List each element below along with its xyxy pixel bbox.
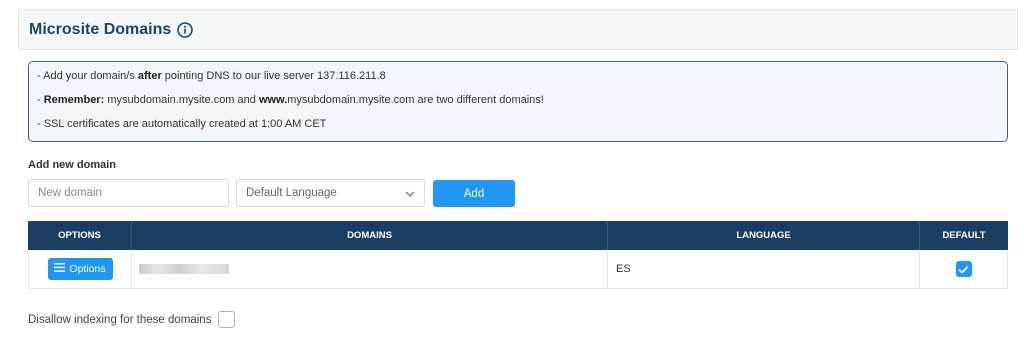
page-title: Microsite Domains (29, 20, 172, 38)
chevron-down-icon (405, 189, 415, 197)
section-header: Microsite Domains (18, 9, 1018, 50)
language-select[interactable]: Default Language (236, 179, 425, 207)
disallow-indexing-label: Disallow indexing for these domains (28, 313, 212, 326)
disallow-indexing-checkbox[interactable] (218, 311, 236, 328)
table-header-row: OPTIONS DOMAINS LANGUAGE DEFAULT (28, 221, 1008, 250)
header-options: OPTIONS (28, 221, 132, 250)
notice-line-dns: - Add your domain/s after pointing DNS t… (37, 70, 386, 82)
options-button[interactable]: Options (47, 258, 113, 280)
add-domain-label: Add new domain (28, 159, 116, 171)
domains-table: OPTIONS DOMAINS LANGUAGE DEFAULT Options… (28, 221, 1008, 289)
new-domain-input[interactable]: New domain (28, 179, 229, 207)
default-cell (920, 250, 1007, 288)
options-button-label: Options (69, 263, 106, 275)
disallow-indexing-row: Disallow indexing for these domains (28, 311, 236, 328)
notice-line-ssl: - SSL certificates are automatically cre… (37, 118, 327, 130)
header-default: DEFAULT (942, 230, 986, 241)
language-cell: ES (608, 250, 920, 288)
table-row: Options ES (28, 250, 1008, 289)
notice-line-remember: - Remember: mysubdomain.mysite.com and w… (37, 94, 544, 106)
dns-notice: - Add your domain/s after pointing DNS t… (28, 61, 1008, 142)
default-checkbox[interactable] (955, 261, 972, 277)
new-domain-placeholder: New domain (38, 187, 102, 199)
language-select-value: Default Language (246, 187, 337, 199)
header-language: LANGUAGE (608, 221, 920, 250)
redacted-domain (139, 264, 229, 274)
menu-icon (54, 263, 66, 275)
header-domains: DOMAINS (132, 221, 608, 250)
domain-cell (132, 250, 608, 288)
options-cell: Options (29, 250, 132, 288)
add-domain-button[interactable]: Add (433, 180, 515, 207)
microsite-domains-page: Microsite Domains - Add your domain/s af… (0, 0, 1024, 347)
info-circle-icon[interactable] (177, 21, 194, 38)
